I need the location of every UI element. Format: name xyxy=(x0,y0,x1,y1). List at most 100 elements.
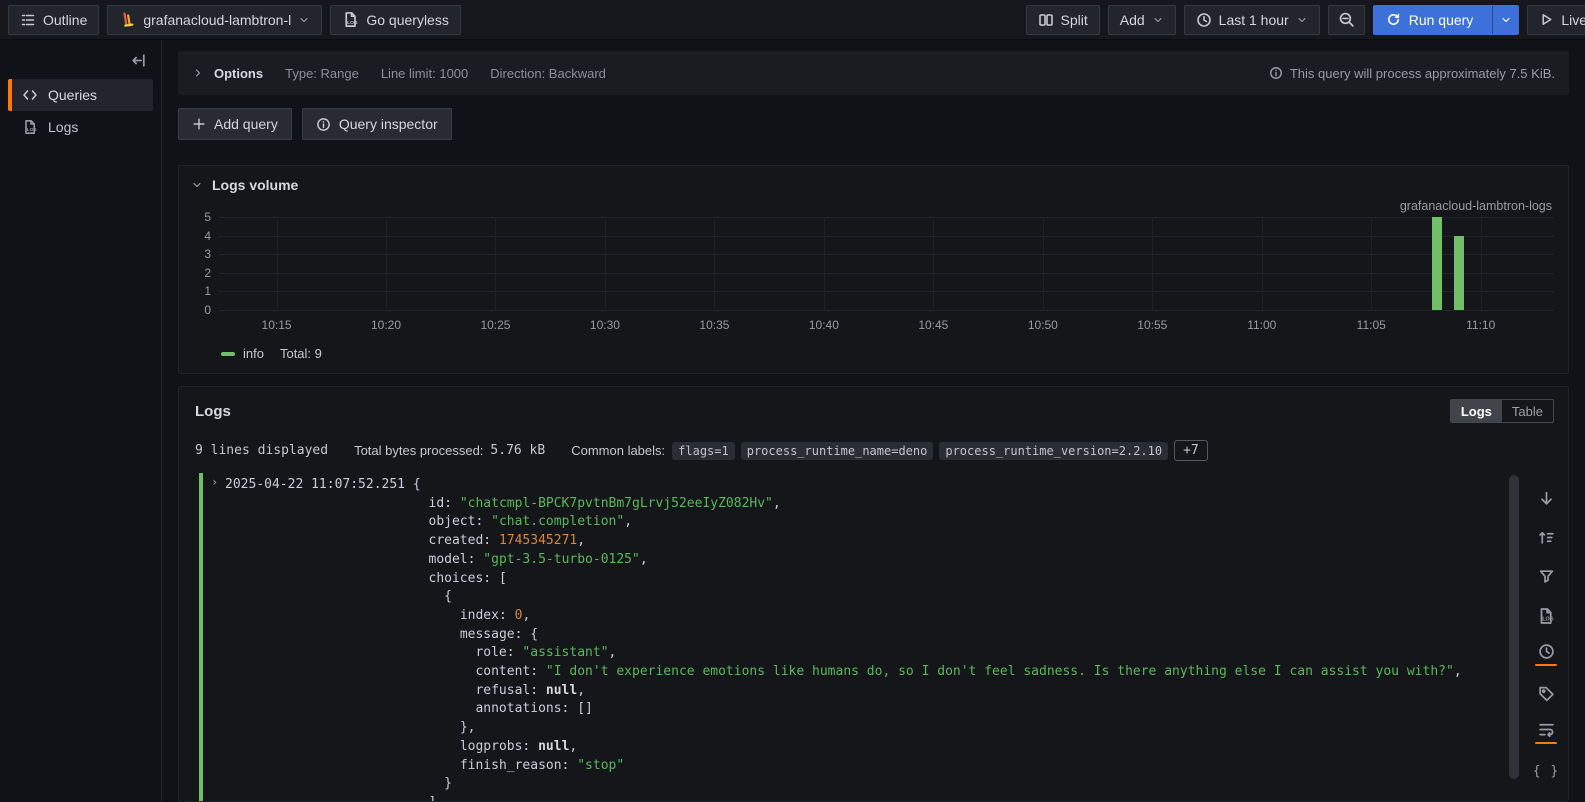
gridline-h xyxy=(219,273,1554,274)
split-button[interactable]: Split xyxy=(1026,5,1100,35)
x-tick-label: 10:50 xyxy=(1028,318,1058,332)
log-line: }, xyxy=(225,719,1490,738)
zoom-out-button[interactable] xyxy=(1328,5,1365,35)
time-range-picker[interactable]: Last 1 hour xyxy=(1184,5,1320,35)
log-line: refusal: null, xyxy=(225,682,1490,701)
volume-bar[interactable] xyxy=(1454,236,1464,310)
volume-bar[interactable] xyxy=(1432,217,1442,310)
zoom-out-icon xyxy=(1338,11,1355,28)
options-toggle[interactable]: Options xyxy=(192,66,263,81)
run-query-caret[interactable] xyxy=(1492,6,1518,34)
scroll-to-bottom-button[interactable] xyxy=(1530,479,1562,518)
logs-scrollbar[interactable] xyxy=(1508,475,1520,791)
outline-label: Outline xyxy=(43,12,87,28)
sidebar-item-logs[interactable]: LOG Logs xyxy=(8,111,153,143)
log-row[interactable]: › 2025-04-22 11:07:52.251 { id: "chatcmp… xyxy=(199,473,1490,801)
log-line: finish_reason: "stop" xyxy=(225,757,1490,776)
x-tick-label: 11:05 xyxy=(1357,318,1386,332)
sort-order-icon xyxy=(1538,529,1555,546)
live-button[interactable]: Live xyxy=(1527,5,1585,35)
run-query-button[interactable]: Run query xyxy=(1373,5,1520,35)
x-tick-label: 10:20 xyxy=(371,318,401,332)
query-options-row: Options Type: Range Line limit: 1000 Dir… xyxy=(178,51,1569,95)
log-line: 2025-04-22 11:07:52.251 { xyxy=(225,476,1490,495)
gridline-v xyxy=(1371,217,1372,310)
x-tick-label: 10:55 xyxy=(1137,318,1167,332)
legend-total: Total: 9 xyxy=(280,346,322,361)
logs-navigation-rail: LOG xyxy=(1524,479,1568,791)
logs-view-toggle: Logs Table xyxy=(1450,399,1554,423)
gridline-h xyxy=(219,217,1554,218)
show-time-button[interactable] xyxy=(1530,635,1562,674)
toolbar-left-group: Outline grafanacloud-lambtron-logs xyxy=(8,5,461,35)
prettify-json-button[interactable]: { } xyxy=(1530,752,1562,791)
run-query-main[interactable]: Run query xyxy=(1374,6,1486,34)
logs-volume-plot[interactable]: 543210 xyxy=(219,217,1554,310)
x-tick-label: 10:15 xyxy=(262,318,292,332)
chart-x-axis: 10:1510:2010:2510:3010:3510:4010:4510:50… xyxy=(219,315,1554,337)
log-line: object: "chat.completion", xyxy=(225,513,1490,532)
label-chip: flags=1 xyxy=(672,442,735,460)
split-panes-icon xyxy=(1038,12,1054,28)
view-toggle-table[interactable]: Table xyxy=(1502,400,1553,422)
logs-volume-title: Logs volume xyxy=(212,177,298,193)
gridline-v xyxy=(605,217,606,310)
y-tick-label: 1 xyxy=(191,284,211,298)
view-toggle-logs[interactable]: Logs xyxy=(1451,400,1502,422)
clock-icon xyxy=(1538,643,1555,660)
more-labels-badge[interactable]: +7 xyxy=(1174,440,1208,461)
chevron-down-icon xyxy=(191,179,203,191)
y-tick-label: 4 xyxy=(191,229,211,243)
legend-swatch-info[interactable] xyxy=(221,352,235,356)
wrap-text-icon xyxy=(1538,721,1555,738)
log-line: id: "chatcmpl-BPCK7pvtnBm7gLrvj52eeIyZ08… xyxy=(225,495,1490,514)
x-tick-label: 10:40 xyxy=(809,318,839,332)
deduplication-button[interactable]: LOG xyxy=(1530,596,1562,635)
filter-funnel-icon xyxy=(1538,568,1555,585)
outline-button[interactable]: Outline xyxy=(8,5,99,35)
svg-text:LOG: LOG xyxy=(1542,616,1553,622)
go-queryless-button[interactable]: LOG Go queryless xyxy=(330,5,460,35)
explore-sidebar: Queries LOG Logs xyxy=(0,40,162,802)
filter-levels-button[interactable] xyxy=(1530,557,1562,596)
expand-log-caret-icon[interactable]: › xyxy=(211,475,218,489)
time-range-label: Last 1 hour xyxy=(1219,12,1289,28)
datasource-picker[interactable]: grafanacloud-lambtron-logs xyxy=(107,5,322,35)
chevron-down-icon xyxy=(1152,14,1164,26)
sort-oldest-first-button[interactable] xyxy=(1530,518,1562,557)
collapse-sidebar-icon[interactable] xyxy=(130,52,147,69)
chevron-down-icon xyxy=(1500,14,1512,26)
log-line: ], xyxy=(225,794,1490,801)
wrap-lines-button[interactable] xyxy=(1530,713,1562,752)
gridline-v xyxy=(1152,217,1153,310)
explore-main: Options Type: Range Line limit: 1000 Dir… xyxy=(162,40,1585,802)
gridline-v xyxy=(495,217,496,310)
arrow-down-icon xyxy=(1538,490,1555,507)
options-direction: Direction: Backward xyxy=(490,66,606,81)
curly-braces-icon: { } xyxy=(1533,764,1559,779)
logs-volume-header[interactable]: Logs volume xyxy=(191,177,1554,193)
query-inspector-label: Query inspector xyxy=(339,116,438,132)
unique-labels-button[interactable] xyxy=(1530,674,1562,713)
y-tick-label: 0 xyxy=(191,303,211,317)
sidebar-item-queries[interactable]: Queries xyxy=(8,79,153,111)
x-tick-label: 11:10 xyxy=(1466,318,1495,332)
svg-text:LOG: LOG xyxy=(347,20,358,26)
outline-list-icon xyxy=(20,12,36,28)
chevron-down-icon xyxy=(298,14,310,26)
gridline-h xyxy=(219,310,1554,311)
legend-label[interactable]: info xyxy=(243,346,264,361)
add-query-button[interactable]: Add query xyxy=(178,108,292,140)
add-dropdown-button[interactable]: Add xyxy=(1108,5,1176,35)
log-line: } xyxy=(225,775,1490,794)
logs-header: Logs Logs Table xyxy=(195,399,1568,423)
label-chip: process_runtime_name=deno xyxy=(741,442,934,460)
query-inspector-button[interactable]: Query inspector xyxy=(302,108,452,140)
active-indicator xyxy=(1535,664,1557,666)
bytes-label: Total bytes processed: xyxy=(354,443,483,458)
log-line: { xyxy=(225,588,1490,607)
scrollbar-thumb[interactable] xyxy=(1509,475,1519,779)
add-query-label: Add query xyxy=(214,116,278,132)
sidebar-item-label: Queries xyxy=(48,87,97,103)
play-icon xyxy=(1539,12,1554,27)
